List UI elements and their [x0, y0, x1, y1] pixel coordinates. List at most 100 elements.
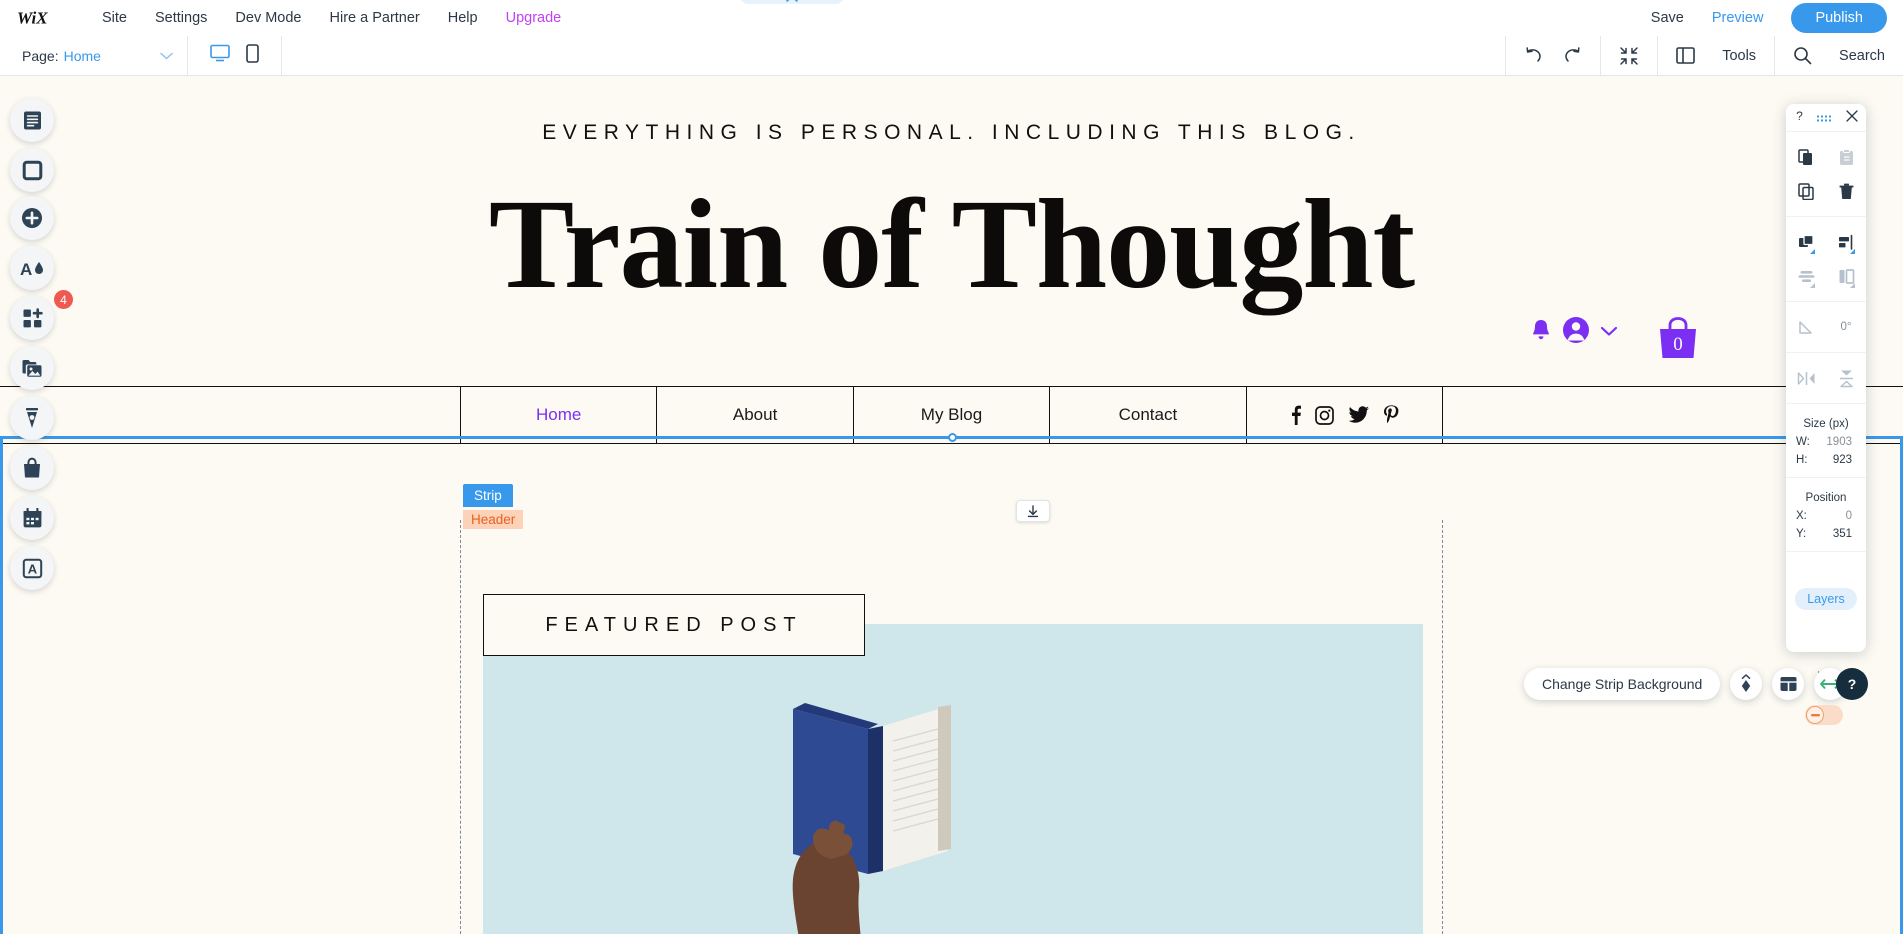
width-key: W: [1796, 436, 1810, 448]
rotate-icon [1798, 320, 1812, 334]
question-mark-icon[interactable]: ? [1794, 109, 1805, 127]
sidebar-item-store[interactable] [10, 446, 54, 490]
y-field[interactable]: Y: 351 [1786, 525, 1866, 543]
distribute-dropdown-corner [1810, 283, 1815, 288]
copy-style-button[interactable] [1786, 140, 1826, 174]
social-icons-bar [1247, 387, 1444, 443]
layers-button[interactable]: Layers [1795, 588, 1857, 610]
preview-button[interactable]: Preview [1712, 10, 1764, 26]
flip-horizontal-button[interactable] [1786, 361, 1826, 395]
delete-button[interactable] [1826, 174, 1866, 208]
desktop-icon[interactable] [210, 44, 230, 67]
menu-item-upgrade[interactable]: Upgrade [492, 0, 576, 36]
nav-item-home[interactable]: Home [460, 387, 658, 443]
sidebar-item-add-apps[interactable]: 4 [10, 290, 73, 340]
strip-animation-button[interactable] [1730, 668, 1763, 700]
facebook-icon[interactable] [1289, 405, 1302, 425]
featured-post-label[interactable]: FEATURED POST [483, 594, 865, 656]
sidebar-item-media-manager[interactable] [10, 346, 54, 390]
duplicate-icon [1797, 182, 1814, 200]
mobile-icon[interactable] [246, 43, 259, 68]
selection-tag-strip[interactable]: Strip [463, 484, 513, 507]
menu-item-dev-mode[interactable]: Dev Mode [221, 0, 315, 36]
arrange-layers-icon [1798, 234, 1814, 247]
distribute-button[interactable] [1786, 259, 1826, 293]
sidebar-item-menus-and-pages[interactable] [10, 98, 54, 142]
collapse-toolbar-tab[interactable] [740, 0, 844, 4]
menu-item-site[interactable]: Site [88, 0, 141, 36]
drag-dots-icon[interactable] [1817, 109, 1834, 127]
search-button[interactable]: Search [1774, 36, 1903, 75]
question-mark-icon: ? [1848, 676, 1857, 692]
floating-toolbar-header: ? [1786, 104, 1866, 132]
match-size-button[interactable] [1826, 259, 1866, 293]
sidebar-item-blog[interactable] [10, 396, 54, 440]
y-key: Y: [1796, 528, 1807, 540]
change-strip-background-button[interactable]: Change Strip Background [1524, 668, 1721, 700]
duplicate-button[interactable] [1786, 174, 1826, 208]
width-field[interactable]: W: 1903 [1786, 433, 1866, 451]
nav-item-about[interactable]: About [657, 387, 854, 443]
apps-grid-icon [23, 307, 43, 327]
clipboard-actions-section [1786, 132, 1866, 217]
x-field[interactable]: X: 0 [1786, 507, 1866, 525]
strip-layout-button[interactable] [1772, 668, 1805, 700]
sidebar-item-bookings[interactable] [10, 496, 54, 540]
twitter-icon[interactable] [1348, 406, 1370, 424]
close-icon[interactable] [1846, 109, 1858, 127]
cart-widget[interactable]: 0 [1658, 316, 1698, 360]
pinterest-icon[interactable] [1383, 405, 1399, 425]
clipboard-row-2 [1786, 174, 1866, 208]
flip-row [1786, 361, 1866, 395]
flip-vertical-button[interactable] [1826, 361, 1866, 395]
sidebar-item-background[interactable] [10, 148, 54, 192]
rotate-row: 0° [1786, 310, 1866, 344]
strip-help-button[interactable]: ? [1836, 668, 1868, 700]
sidebar-item-theme-manager[interactable]: A [10, 246, 54, 290]
zoom-out-icon[interactable] [1619, 46, 1639, 66]
menu-item-hire-a-partner[interactable]: Hire a Partner [316, 0, 434, 36]
chevron-down-icon[interactable] [1600, 324, 1618, 342]
redo-icon[interactable] [1562, 46, 1582, 65]
publish-button[interactable]: Publish [1791, 3, 1887, 33]
account-circle-icon[interactable] [1562, 316, 1590, 349]
rotate-button[interactable] [1786, 310, 1826, 344]
top-menu-bar: WiX Site Settings Dev Mode Hire a Partne… [0, 0, 1903, 36]
height-field[interactable]: H: 923 [1786, 451, 1866, 469]
paste-style-button[interactable] [1826, 140, 1866, 174]
svg-text:?: ? [1796, 109, 1803, 122]
bell-icon[interactable] [1530, 318, 1552, 347]
arrange-dropdown-corner [1810, 249, 1815, 254]
selection-tag-header[interactable]: Header [463, 510, 524, 529]
align-button[interactable] [1826, 225, 1866, 259]
nav-item-contact[interactable]: Contact [1050, 387, 1247, 443]
strip-action-bar: Change Strip Background [1524, 668, 1847, 700]
drag-down-icon[interactable] [1016, 500, 1050, 522]
media-image-icon [22, 359, 42, 377]
undo-icon[interactable] [1524, 46, 1544, 65]
tools-label: Tools [1722, 47, 1757, 64]
sidebar-item-my-designs[interactable]: A [10, 546, 54, 590]
site-kicker-text[interactable]: EVERYTHING IS PERSONAL. INCLUDING THIS B… [0, 121, 1903, 145]
page-selector[interactable]: Page: Home [0, 36, 188, 75]
menu-item-help[interactable]: Help [434, 0, 492, 36]
shopping-bag-icon: 0 [1660, 317, 1696, 358]
site-title-text[interactable]: Train of Thought [0, 171, 1903, 318]
tools-button[interactable]: Tools [1657, 36, 1774, 75]
cart-count: 0 [1673, 334, 1683, 355]
save-button[interactable]: Save [1651, 10, 1684, 26]
member-login-widget[interactable] [1530, 316, 1618, 349]
arrange-button[interactable] [1786, 225, 1826, 259]
content-guide-right [1442, 520, 1443, 934]
strip-resize-handle[interactable] [948, 433, 957, 442]
stretch-toggle[interactable] [1805, 705, 1843, 725]
floating-element-toolbar[interactable]: ? 0° Size (px) W: 1903 H: 923 Position X… [1786, 104, 1866, 652]
rotation-value[interactable]: 0° [1826, 310, 1866, 344]
sidebar-item-add-elements[interactable] [10, 196, 54, 240]
menu-item-settings[interactable]: Settings [141, 0, 221, 36]
animation-icon [1742, 674, 1751, 692]
wix-logo[interactable]: WiX [16, 7, 68, 29]
instagram-icon[interactable] [1315, 405, 1335, 425]
featured-post-image[interactable] [483, 624, 1423, 934]
site-canvas[interactable]: EVERYTHING IS PERSONAL. INCLUDING THIS B… [0, 76, 1903, 934]
